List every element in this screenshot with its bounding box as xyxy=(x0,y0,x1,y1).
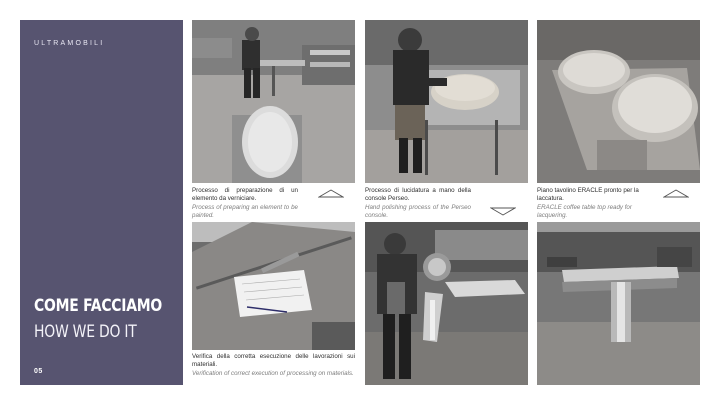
page-title-english: HOW WE DO IT xyxy=(34,322,137,342)
triangle-up-icon xyxy=(663,189,689,198)
caption-eracle-en: ERACLE coffee table top ready for lacque… xyxy=(537,204,632,219)
caption-polishing-it: Processo di lucidatura a mano della cons… xyxy=(365,187,471,202)
photo-metal-grinding xyxy=(365,222,528,385)
caption-verification-en: Verification of correct execution of pro… xyxy=(192,370,354,378)
caption-preparation: Processo di preparazione di un elemento … xyxy=(192,187,298,219)
brand-label: ULTRAMOBILI xyxy=(34,40,105,47)
caption-polishing-en: Hand polishing process of the Perseo con… xyxy=(365,204,471,219)
page-title-italian: COME FACCIAMO xyxy=(34,296,163,316)
caption-preparation-it: Processo di preparazione di un elemento … xyxy=(192,187,298,202)
caption-eracle: Piano tavolino ERACLE pronto per la lacc… xyxy=(537,187,647,219)
caption-verification-it: Verifica della corretta esecuzione delle… xyxy=(192,353,355,368)
photo-verification xyxy=(192,222,355,350)
sidebar-panel: ULTRAMOBILI COME FACCIAMO HOW WE DO IT 0… xyxy=(20,20,183,385)
photo-preparation xyxy=(192,20,355,183)
triangle-up-icon xyxy=(318,189,344,198)
photo-steel-table xyxy=(537,222,700,385)
page-number: 05 xyxy=(34,368,43,375)
caption-verification: Verifica della corretta esecuzione delle… xyxy=(192,353,355,378)
triangle-down-icon xyxy=(490,207,516,216)
caption-polishing: Processo di lucidatura a mano della cons… xyxy=(365,187,471,219)
caption-preparation-en: Process of preparing an element to be pa… xyxy=(192,204,298,219)
photo-eracle-table xyxy=(537,20,700,183)
caption-eracle-it: Piano tavolino ERACLE pronto per la lacc… xyxy=(537,187,639,202)
photo-hand-polishing xyxy=(365,20,528,183)
